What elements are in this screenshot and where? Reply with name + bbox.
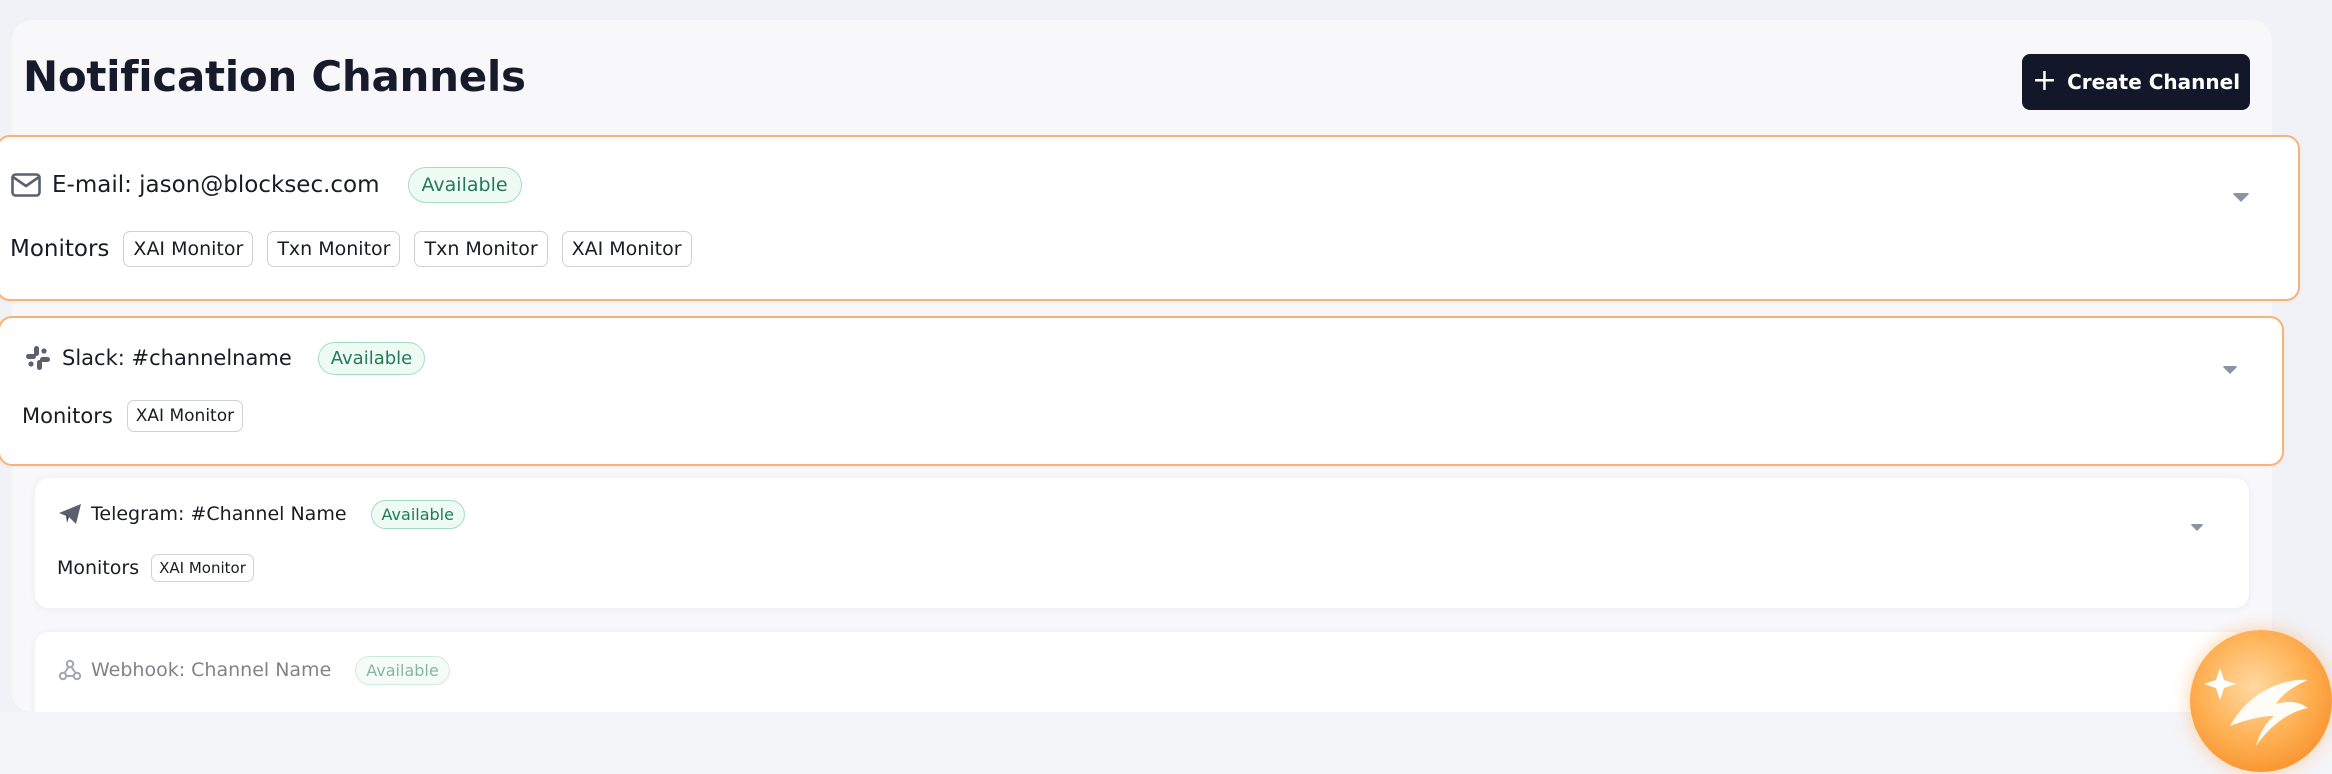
status-badge: Available xyxy=(317,341,426,375)
caret-down-icon[interactable] xyxy=(2232,193,2250,202)
monitor-tag[interactable]: XAI Monitor xyxy=(123,231,254,267)
sparkle-assistant-icon[interactable] xyxy=(2190,630,2332,772)
channel-name: Webhook: Channel Name xyxy=(91,659,332,681)
monitor-tag[interactable]: XAI Monitor xyxy=(126,400,244,432)
slack-icon xyxy=(24,344,52,372)
monitors-label: Monitors xyxy=(22,404,113,428)
monitor-tag[interactable]: XAI Monitor xyxy=(151,554,254,582)
mail-icon xyxy=(10,171,42,199)
status-badge: Available xyxy=(355,655,450,685)
monitor-tag[interactable]: Txn Monitor xyxy=(267,231,401,267)
caret-down-icon[interactable] xyxy=(2190,524,2204,531)
caret-down-icon[interactable] xyxy=(2222,366,2238,374)
page: Notification Channels + Create Channel E… xyxy=(0,0,2332,774)
plus-icon: + xyxy=(2031,62,2058,98)
channel-name: Slack: #channelname xyxy=(62,346,292,370)
channel-card-telegram[interactable]: Telegram: #Channel Name Available Monito… xyxy=(35,478,2249,608)
create-channel-label: Create Channel xyxy=(2067,70,2241,94)
channel-card-slack[interactable]: Slack: #channelname Available Monitors X… xyxy=(0,316,2284,466)
telegram-icon xyxy=(57,502,83,526)
monitor-tag[interactable]: XAI Monitor xyxy=(561,231,692,267)
webhook-icon xyxy=(57,658,83,682)
create-channel-button[interactable]: + Create Channel xyxy=(2022,54,2250,110)
channel-card-email[interactable]: E-mail: jason@blocksec.com Available Mon… xyxy=(0,135,2300,301)
monitors-label: Monitors xyxy=(10,236,110,262)
monitor-tag[interactable]: Txn Monitor xyxy=(414,231,548,267)
page-title: Notification Channels xyxy=(23,52,526,101)
monitors-label: Monitors xyxy=(57,557,140,579)
channel-name: E-mail: jason@blocksec.com xyxy=(52,172,380,198)
page-footer-area xyxy=(0,712,2332,774)
channel-name: Telegram: #Channel Name xyxy=(91,503,347,525)
status-badge: Available xyxy=(407,167,522,203)
status-badge: Available xyxy=(370,499,465,529)
